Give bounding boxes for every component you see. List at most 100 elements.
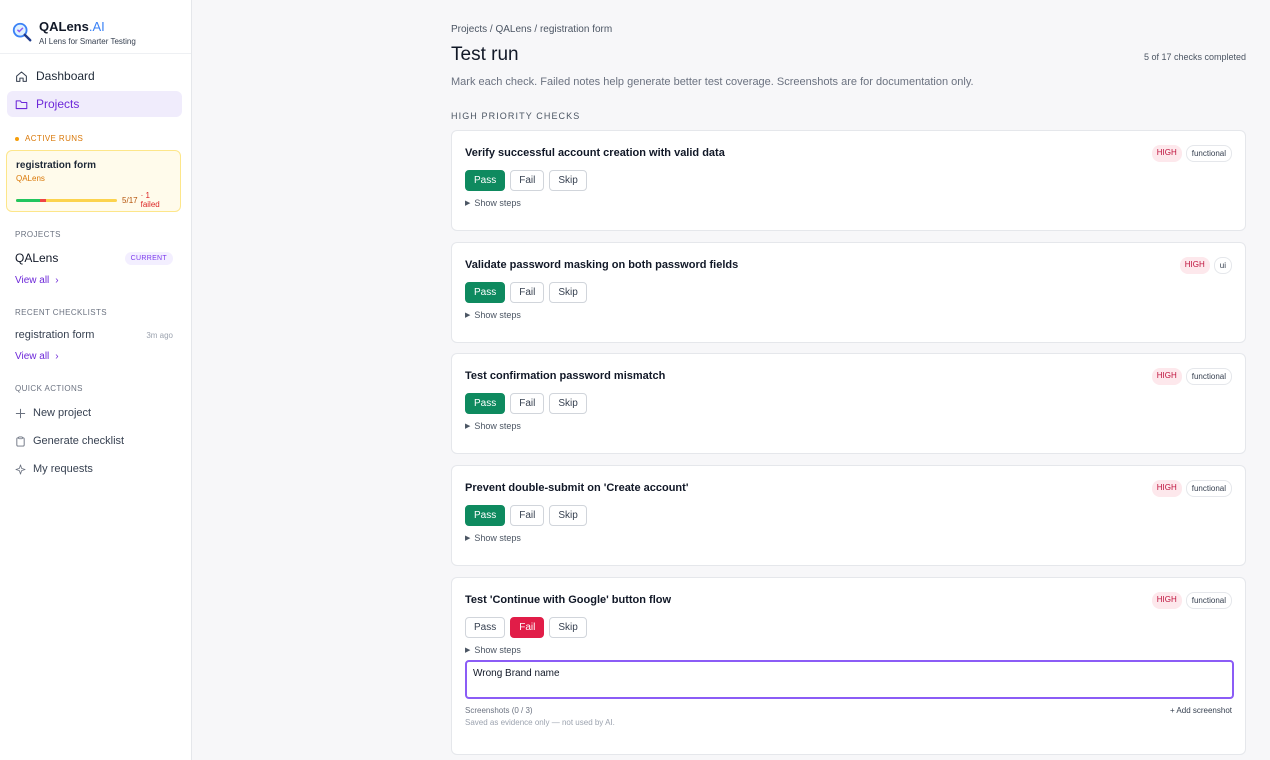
new-project-action[interactable]: New project: [0, 399, 191, 427]
show-steps-toggle[interactable]: ▶ Show steps: [465, 533, 1232, 543]
breadcrumb: Projects / QALens / registration form: [451, 24, 613, 35]
folder-icon: [15, 99, 28, 109]
priority-badge: HIGH: [1151, 367, 1182, 385]
check-title: Validate password masking on both passwo…: [465, 259, 739, 271]
pass-button[interactable]: Pass: [465, 170, 506, 191]
pass-button[interactable]: Pass: [465, 282, 506, 303]
priority-badge: HIGH: [1151, 144, 1182, 162]
skip-button[interactable]: Skip: [549, 393, 587, 414]
show-steps-label: Show steps: [474, 533, 521, 543]
nav-dashboard[interactable]: Dashboard: [7, 63, 182, 89]
triangle-right-icon: ▶: [465, 423, 471, 430]
project-name: QALens: [15, 251, 59, 265]
brand-tagline: AI Lens for Smarter Testing: [39, 36, 136, 46]
check-title: Verify successful account creation with …: [465, 147, 725, 159]
generate-checklist-action[interactable]: Generate checklist: [0, 427, 191, 455]
show-steps-toggle[interactable]: ▶ Show steps: [465, 421, 1232, 431]
triangle-right-icon: ▶: [465, 647, 471, 654]
brand[interactable]: QALens.AI AI Lens for Smarter Testing: [0, 0, 191, 54]
projects-label: PROJECTS: [15, 230, 61, 239]
recent-checklist-time: 3m ago: [146, 330, 173, 340]
add-screenshot-button[interactable]: + Add screenshot: [1170, 706, 1232, 715]
show-steps-toggle[interactable]: ▶ Show steps: [465, 198, 1232, 208]
nav-projects[interactable]: Projects: [7, 91, 182, 117]
recent-checklist-name: registration form: [15, 329, 95, 341]
skip-button[interactable]: Skip: [549, 505, 587, 526]
page-title: Test run: [451, 44, 519, 65]
show-steps-label: Show steps: [474, 421, 521, 431]
run-failed-count: · 1 failed: [140, 191, 160, 209]
skip-button[interactable]: Skip: [549, 170, 587, 191]
screenshots-hint: Saved as evidence only — not used by AI.: [465, 718, 615, 727]
priority-badge: HIGH: [1151, 591, 1182, 609]
run-title: registration form: [16, 160, 97, 171]
chevron-right-icon: ›: [55, 275, 59, 286]
chevron-right-icon: ›: [55, 351, 59, 362]
check-title: Test 'Continue with Google' button flow: [465, 594, 672, 606]
recent-checklist-item[interactable]: registration form 3m ago: [0, 329, 191, 341]
sparkle-icon: [15, 464, 26, 474]
check-card-5: Test 'Continue with Google' button flow …: [451, 577, 1246, 755]
fail-button[interactable]: Fail: [510, 505, 545, 526]
clipboard-icon: [16, 436, 25, 447]
triangle-right-icon: ▶: [465, 200, 471, 207]
run-progress-bar: [16, 198, 118, 202]
progress-text: 5 of 17 checks completed: [1143, 52, 1246, 62]
run-progress-fail: [40, 198, 46, 202]
projects-view-all-link[interactable]: View all ›: [0, 275, 191, 286]
triangle-right-icon: ▶: [465, 535, 471, 542]
group-title: HIGH PRIORITY CHECKS: [451, 111, 581, 121]
run-count: 5/17: [122, 195, 138, 205]
active-dot-icon: [15, 136, 19, 141]
show-steps-label: Show steps: [474, 310, 521, 320]
active-runs-label: ACTIVE RUNS: [0, 134, 191, 143]
skip-button[interactable]: Skip: [549, 617, 587, 638]
show-steps-label: Show steps: [474, 198, 521, 208]
type-badge: functional: [1185, 144, 1232, 162]
project-item[interactable]: QALens CURRENT: [0, 251, 191, 265]
priority-badge: HIGH: [1179, 256, 1210, 274]
my-requests-action[interactable]: My requests: [0, 455, 191, 483]
brand-name: QALens.AI: [39, 18, 105, 34]
current-badge: CURRENT: [124, 251, 173, 265]
show-steps-toggle[interactable]: ▶ Show steps: [465, 310, 1232, 320]
quick-actions-label: QUICK ACTIONS: [15, 384, 83, 393]
priority-badge: HIGH: [1151, 479, 1182, 497]
type-badge: ui: [1213, 256, 1232, 274]
pass-button[interactable]: Pass: [465, 617, 506, 638]
check-title: Test confirmation password mismatch: [465, 370, 666, 382]
magnifier-logo-icon: [12, 22, 32, 42]
type-badge: functional: [1185, 479, 1232, 497]
triangle-right-icon: ▶: [465, 312, 471, 319]
pass-button[interactable]: Pass: [465, 393, 506, 414]
fail-button[interactable]: Fail: [510, 282, 545, 303]
home-icon: [16, 71, 27, 82]
type-badge: functional: [1185, 367, 1232, 385]
skip-button[interactable]: Skip: [549, 282, 587, 303]
run-project: QALens: [16, 174, 45, 183]
fail-note-input[interactable]: [465, 660, 1234, 699]
main-content: Projects / QALens / registration form Te…: [451, 0, 1246, 121]
active-run-card[interactable]: registration form QALens 5/17 · 1 failed: [6, 150, 181, 212]
fail-button[interactable]: Fail: [510, 393, 545, 414]
recent-checklists-label: RECENT CHECKLISTS: [15, 308, 108, 317]
fail-button[interactable]: Fail: [510, 617, 545, 638]
breadcrumb-projects[interactable]: Projects: [451, 24, 487, 35]
breadcrumb-registration-form: registration form: [539, 24, 613, 35]
plus-icon: [15, 408, 26, 418]
check-card-2: Validate password masking on both passwo…: [451, 242, 1246, 343]
fail-button[interactable]: Fail: [510, 170, 545, 191]
check-card-1: Verify successful account creation with …: [451, 130, 1246, 231]
main-nav: Dashboard Projects: [0, 54, 191, 117]
check-title: Prevent double-submit on 'Create account…: [465, 482, 689, 494]
recent-view-all-link[interactable]: View all ›: [0, 351, 191, 362]
sidebar: QALens.AI AI Lens for Smarter Testing Da…: [0, 0, 192, 760]
check-card-4: Prevent double-submit on 'Create account…: [451, 465, 1246, 566]
nav-dashboard-label: Dashboard: [36, 69, 95, 83]
show-steps-toggle[interactable]: ▶ Show steps: [465, 645, 1232, 655]
breadcrumb-qalens[interactable]: QALens: [495, 24, 531, 35]
nav-projects-label: Projects: [36, 97, 80, 111]
pass-button[interactable]: Pass: [465, 505, 506, 526]
page-subtitle: Mark each check. Failed notes help gener…: [451, 76, 974, 88]
show-steps-label: Show steps: [474, 645, 521, 655]
